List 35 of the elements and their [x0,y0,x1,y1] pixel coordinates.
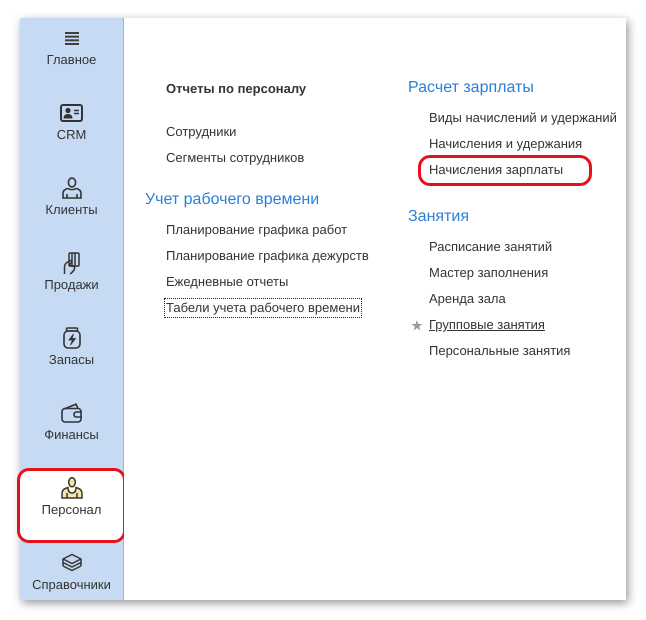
command-link[interactable]: Мастер заполнения [429,265,548,281]
command-link[interactable]: Ежедневные отчеты [166,274,288,290]
command-link[interactable]: Начисления зарплаты [418,155,592,186]
menu-icon [64,32,78,44]
hand-card-icon [63,252,80,274]
sidebar-item[interactable]: Главное [20,18,123,93]
sidebar-item[interactable]: Персонал [17,468,126,543]
group-heading: Учет рабочего времени [145,190,320,210]
wallet-icon [60,403,82,423]
sidebar-item[interactable]: Справочники [20,543,123,600]
command-link[interactable]: Групповые занятия [429,317,545,333]
jar-bolt-icon [62,327,80,349]
books-stack-icon [62,553,82,573]
command-link[interactable]: Аренда зала [429,291,506,307]
group-heading: Расчет зарплаты [408,78,535,98]
command-link[interactable]: Персональные занятия [429,343,570,359]
command-link[interactable]: Расписание занятий [429,239,552,255]
command-link[interactable]: Табели учета рабочего времени [164,298,362,318]
sidebar-item[interactable]: Клиенты [20,168,123,243]
sidebar-item[interactable]: Запасы [20,318,123,393]
star-icon[interactable] [411,320,423,330]
person-icon [60,477,82,499]
person-icon [62,177,82,199]
command-link[interactable]: Сотрудники [166,124,236,140]
command-link[interactable]: Планирование графика дежурств [166,248,369,264]
sidebar-item[interactable]: CRM [20,93,123,168]
group-heading: Занятия [408,207,470,227]
sidebar-item[interactable]: Финансы [20,393,123,468]
command-link[interactable]: Начисления и удержания [429,136,582,152]
command-link[interactable]: Сегменты сотрудников [166,150,304,166]
sidebar-item[interactable]: Продажи [20,243,123,318]
command-link[interactable]: Виды начислений и удержаний [429,110,617,126]
id-card-icon [60,104,83,122]
command-link[interactable]: Планирование графика работ [166,222,348,238]
command-link[interactable]: Отчеты по персоналу [166,81,306,97]
